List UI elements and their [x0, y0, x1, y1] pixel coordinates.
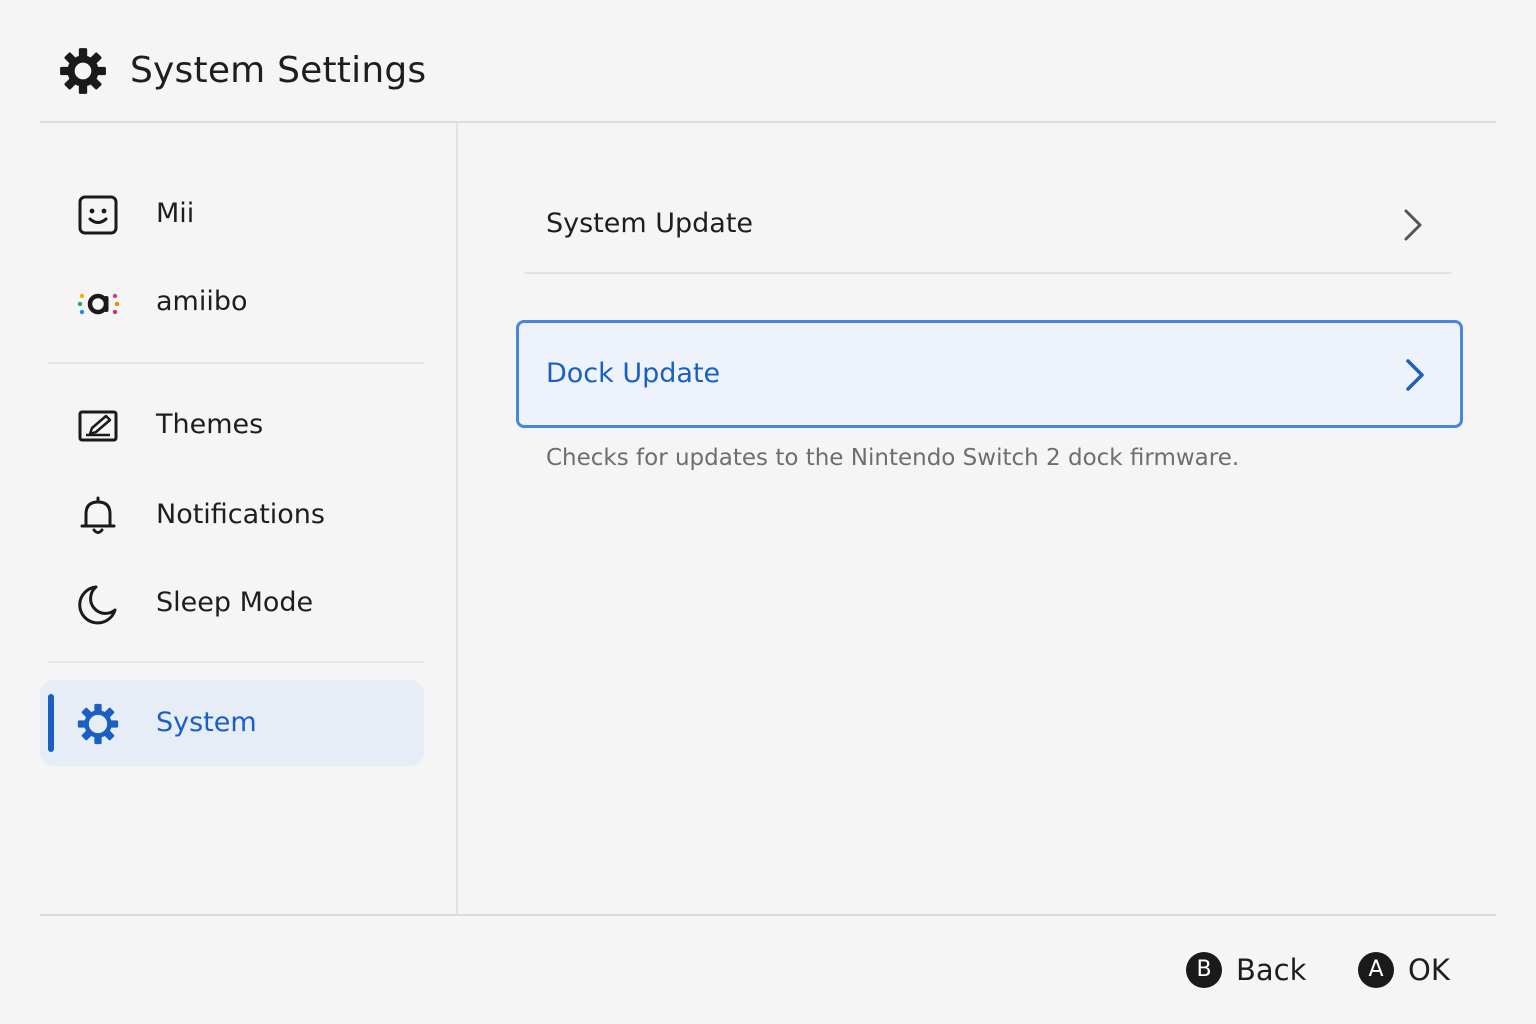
b-button-icon: B [1186, 952, 1222, 988]
footer: B Back A OK [40, 914, 1496, 1024]
sidebar-item-sleep-mode[interactable]: Sleep Mode [40, 560, 424, 646]
sidebar-item-label: Notifications [156, 499, 325, 530]
sidebar-item-label: amiibo [156, 286, 248, 317]
themes-icon [78, 410, 118, 442]
selection-indicator [48, 694, 54, 752]
ok-label: OK [1408, 953, 1450, 987]
sidebar-item-label: Themes [156, 409, 264, 440]
dock-update-label: Dock Update [546, 358, 721, 389]
dock-update-description: Checks for updates to the Nintendo Switc… [546, 445, 1240, 471]
header: System Settings [40, 0, 1496, 123]
settings-screen: System Settings Mii amiibo Themes Notifi… [0, 0, 1536, 1024]
sidebar-item-mii[interactable]: Mii [40, 171, 424, 257]
chevron-right-icon [1404, 209, 1422, 241]
system-update-label: System Update [546, 208, 754, 239]
sidebar-item-system[interactable]: System [40, 680, 424, 766]
amiibo-icon [77, 293, 120, 315]
back-label: Back [1236, 953, 1307, 987]
sidebar-item-notifications[interactable]: Notifications [40, 472, 424, 558]
sidebar-item-label: Mii [156, 198, 195, 229]
ok-button[interactable]: A OK [1358, 950, 1458, 992]
bell-icon [80, 496, 116, 534]
sidebar: Mii amiibo Themes Notifications Sleep Mo… [40, 123, 458, 915]
sidebar-item-label: System [156, 707, 257, 738]
sidebar-item-amiibo[interactable]: amiibo [40, 259, 424, 345]
gear-icon [77, 703, 119, 745]
chevron-right-icon [1406, 359, 1424, 391]
moon-icon [78, 585, 117, 625]
gear-icon [60, 48, 106, 94]
dock-update-row[interactable]: Dock Update [516, 320, 1463, 428]
a-button-icon: A [1358, 952, 1394, 988]
sidebar-item-themes[interactable]: Themes [40, 382, 424, 468]
system-update-row[interactable]: System Update [524, 176, 1452, 274]
sidebar-divider [48, 362, 424, 364]
sidebar-divider [48, 661, 424, 663]
page-title: System Settings [130, 50, 427, 91]
back-button[interactable]: B Back [1186, 950, 1306, 992]
sidebar-item-label: Sleep Mode [156, 587, 314, 618]
mii-face-icon [78, 195, 118, 235]
